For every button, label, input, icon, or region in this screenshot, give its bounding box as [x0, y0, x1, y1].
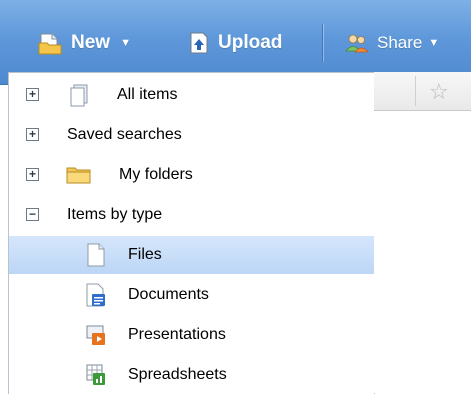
expand-toggle-icon[interactable]: +	[26, 128, 39, 141]
file-icon	[86, 243, 106, 272]
expand-toggle-icon[interactable]: +	[26, 168, 39, 181]
sidebar-item-label: Documents	[128, 286, 209, 303]
share-people-icon	[345, 32, 369, 54]
new-button-label: New	[71, 32, 111, 53]
presentation-icon	[85, 323, 107, 352]
toolbar-separator	[322, 24, 323, 62]
collapse-toggle-icon[interactable]: −	[26, 208, 39, 221]
new-dropdown-caret-icon: ▼	[120, 37, 131, 49]
share-button-label: Share	[377, 33, 423, 52]
share-button[interactable]: Share ▼	[345, 26, 439, 60]
sidebar-item-items-by-type[interactable]: − Items by type	[9, 196, 374, 234]
new-button[interactable]: New ▼	[37, 26, 131, 60]
column-divider[interactable]	[415, 76, 416, 106]
sidebar-item-all-items[interactable]: + All items	[9, 76, 374, 114]
folder-icon	[66, 165, 92, 190]
file-list-panel: ☆	[374, 72, 471, 393]
upload-button[interactable]: Upload	[188, 26, 282, 60]
document-icon	[85, 283, 107, 312]
sidebar-item-my-folders[interactable]: + My folders	[9, 156, 374, 194]
sidebar-item-label: Spreadsheets	[128, 366, 227, 383]
new-document-icon	[37, 31, 63, 55]
share-dropdown-caret-icon: ▼	[428, 37, 440, 49]
sidebar-item-label: Saved searches	[67, 126, 182, 143]
sidebar-item-label: Presentations	[128, 326, 226, 343]
sidebar-item-files[interactable]: Files	[9, 236, 374, 274]
sidebar-item-saved-searches[interactable]: + Saved searches	[9, 116, 374, 154]
expand-toggle-icon[interactable]: +	[26, 88, 39, 101]
star-icon[interactable]: ☆	[429, 79, 449, 105]
sidebar-item-label: Items by type	[67, 206, 163, 223]
sidebar-item-label: My folders	[119, 166, 193, 183]
sidebar-item-presentations[interactable]: Presentations	[9, 316, 374, 354]
sidebar-tree: + All items + Saved searches + My folder…	[8, 72, 375, 394]
upload-button-label: Upload	[218, 32, 283, 53]
sidebar-item-label: Files	[128, 246, 162, 263]
upload-icon	[188, 31, 210, 55]
document-stack-icon	[68, 83, 90, 112]
sidebar-item-spreadsheets[interactable]: Spreadsheets	[9, 356, 374, 394]
sidebar-item-documents[interactable]: Documents	[9, 276, 374, 314]
file-list-header: ☆	[374, 72, 471, 111]
spreadsheet-icon	[85, 363, 107, 392]
sidebar-item-label: All items	[117, 86, 178, 103]
